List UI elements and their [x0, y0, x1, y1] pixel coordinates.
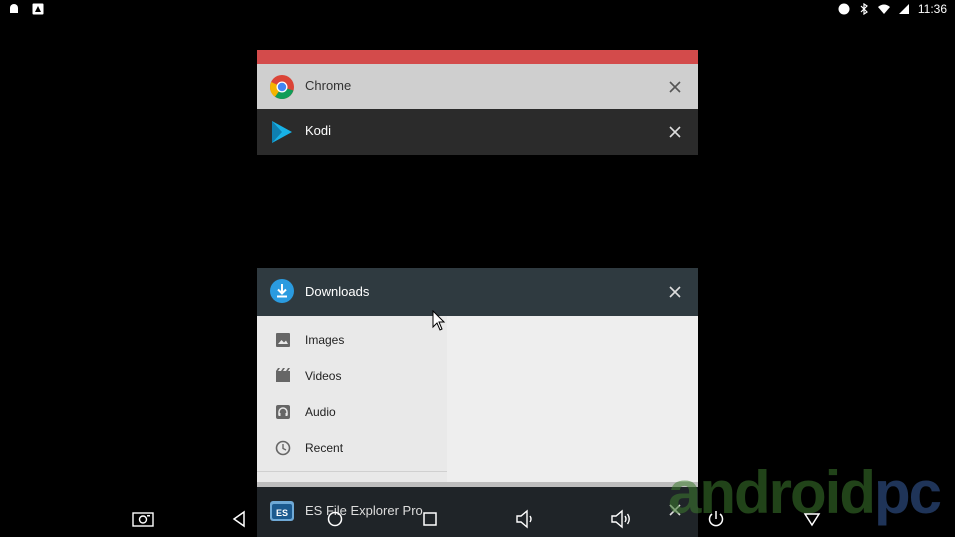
volume-down-icon[interactable]: [514, 508, 536, 530]
close-icon[interactable]: [668, 125, 682, 139]
close-icon[interactable]: [668, 80, 682, 94]
power-icon[interactable]: [705, 508, 727, 530]
kodi-title: Kodi: [305, 123, 332, 138]
drawer-item-label: Images: [305, 333, 345, 347]
drawer-item-recent[interactable]: Recent: [257, 430, 447, 466]
notification-icon: [32, 3, 44, 15]
kodi-card-header[interactable]: Kodi: [257, 109, 698, 155]
drawer-item-images[interactable]: Images: [257, 322, 447, 358]
drawer-item-audio[interactable]: Audio: [257, 394, 447, 430]
chrome-title: Chrome: [305, 78, 352, 93]
drawer-item-label: Audio: [305, 405, 336, 419]
hide-navbar-icon[interactable]: [801, 508, 823, 530]
audio-icon: [276, 405, 290, 419]
navigation-bar: [0, 500, 955, 537]
back-icon[interactable]: [228, 508, 250, 530]
mouse-cursor-icon: [432, 310, 446, 331]
status-bar: 11:36: [0, 0, 955, 20]
android-icon: [10, 4, 18, 13]
kodi-icon: [272, 121, 292, 143]
downloads-card-header[interactable]: Downloads: [257, 268, 698, 316]
wifi-icon: [877, 4, 890, 14]
recent-card-kodi[interactable]: Kodi: [257, 109, 698, 156]
downloads-title: Downloads: [305, 284, 370, 299]
home-icon[interactable]: [324, 508, 346, 530]
clock: 11:36: [917, 2, 947, 16]
chrome-card-top-strip: [257, 50, 698, 64]
drawer-item-label: Recent: [305, 441, 344, 455]
close-icon[interactable]: [668, 285, 682, 299]
download-icon: [270, 279, 294, 303]
record-icon: [838, 3, 850, 15]
clock-icon: [275, 440, 291, 456]
image-icon: [276, 333, 290, 347]
chrome-card-header[interactable]: Chrome: [257, 64, 698, 110]
drawer-item-videos[interactable]: Videos: [257, 358, 447, 394]
battery-icon: [898, 4, 909, 14]
recent-card-downloads[interactable]: Downloads Images Videos Audio Recent: [257, 268, 698, 488]
recent-card-chrome[interactable]: Chrome: [257, 50, 698, 110]
volume-up-icon[interactable]: [610, 508, 632, 530]
drawer-divider: [257, 471, 447, 472]
drawer-item-label: Videos: [305, 369, 342, 383]
screenshot-icon[interactable]: [132, 508, 154, 530]
recent-apps-icon[interactable]: [419, 508, 441, 530]
chrome-icon: [270, 75, 294, 99]
bluetooth-icon: [860, 3, 868, 15]
video-icon: [276, 368, 290, 382]
downloads-content-panel: Images Videos Audio Recent: [257, 316, 698, 488]
